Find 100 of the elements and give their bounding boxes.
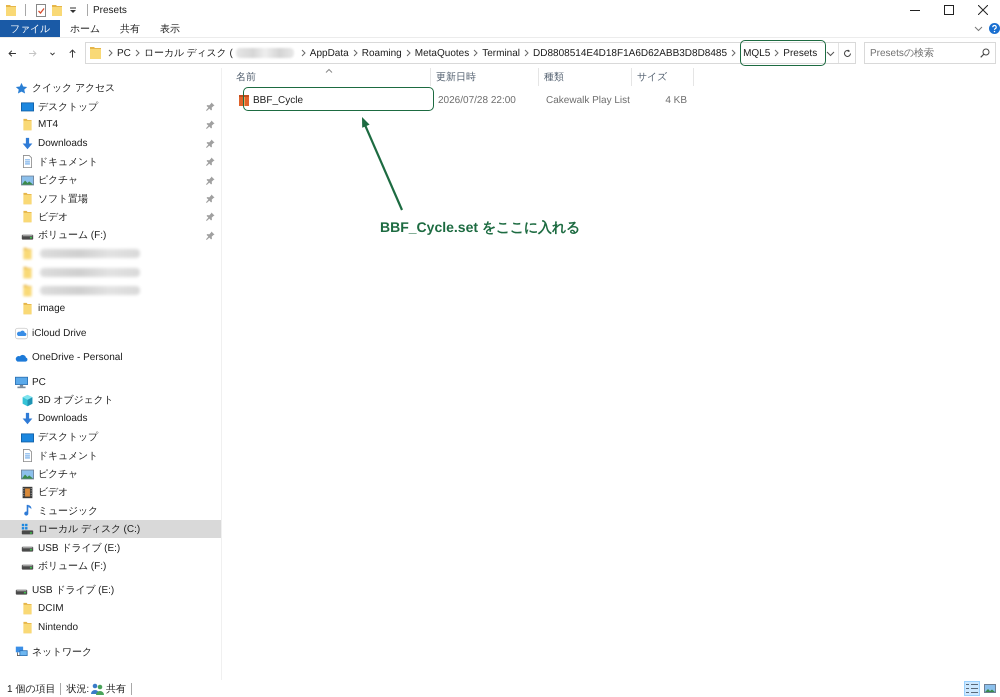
- sidebar-item[interactable]: ボリューム (F:): [0, 556, 221, 576]
- sidebar-item[interactable]: image: [0, 300, 221, 318]
- path-segment[interactable]: DD8808514E4D18F1A6D62ABB3D8D8485: [533, 48, 728, 58]
- sidebar-item[interactable]: 3D オブジェクト: [0, 391, 221, 410]
- column-header[interactable]: 名前: [231, 68, 431, 86]
- chevron-right-icon[interactable]: [352, 49, 358, 57]
- file-type: Cakewalk Play List: [546, 94, 630, 106]
- film-icon: [21, 486, 34, 499]
- close-icon: [978, 5, 988, 15]
- arrow-left-icon: [6, 48, 18, 58]
- sidebar-item[interactable]: デスクトップ: [0, 97, 221, 116]
- sidebar-item[interactable]: DCIM: [0, 600, 221, 618]
- document-icon: [21, 155, 34, 168]
- sidebar-item[interactable]: ドキュメント: [0, 152, 221, 171]
- large-icons-view-button[interactable]: [982, 681, 998, 696]
- help-icon[interactable]: [989, 23, 1000, 34]
- file-name: BBF_Cycle: [253, 94, 304, 106]
- maximize-icon: [944, 5, 954, 15]
- path-segment[interactable]: MetaQuotes: [414, 48, 470, 58]
- sidebar-item[interactable]: ドキュメント: [0, 446, 221, 465]
- column-header[interactable]: サイズ: [632, 68, 694, 86]
- details-view-button[interactable]: [964, 681, 980, 696]
- folder-icon: [90, 47, 101, 59]
- search-field[interactable]: Presetsの検索: [864, 42, 996, 64]
- document-icon: [21, 449, 34, 462]
- window-title: Presets: [93, 4, 127, 16]
- item-count: 1 個の項目: [7, 682, 56, 696]
- sidebar-item[interactable]: ソフト置場: [0, 189, 221, 208]
- list-icon: [966, 683, 978, 694]
- folder-icon: [21, 284, 34, 297]
- address-bar[interactable]: PC ローカル ディスク ( AppData Roaming MetaQuotes Terminal DD8808514E4D18F1A6D62ABB3D8D8485 MQL5 Presets: [85, 42, 856, 64]
- drive-icon: [21, 522, 34, 536]
- status-label: 状況:: [66, 682, 90, 696]
- column-header[interactable]: 種類: [539, 68, 632, 86]
- search-icon[interactable]: [980, 48, 990, 58]
- folder-icon: [21, 247, 34, 260]
- sidebar-item[interactable]: ビデオ: [0, 208, 221, 226]
- folder-icon: [21, 302, 34, 316]
- path-segment[interactable]: PC: [117, 48, 131, 58]
- chevron-down-icon[interactable]: [974, 24, 983, 33]
- file-icon: [239, 94, 249, 106]
- column-header[interactable]: 更新日時: [431, 68, 539, 86]
- ribbon-tab[interactable]: ホーム: [60, 20, 110, 37]
- status-value: 共有: [106, 682, 126, 696]
- folder-icon: [21, 210, 34, 224]
- path-segment[interactable]: MQL5: [743, 48, 770, 58]
- monitor-icon: [21, 430, 34, 444]
- chevron-right-icon[interactable]: [300, 49, 306, 57]
- sidebar-item[interactable]: ボリューム (F:): [0, 226, 221, 245]
- picture-icon: [21, 468, 34, 480]
- chevron-right-icon[interactable]: [134, 49, 140, 57]
- checklist-icon[interactable]: [34, 2, 47, 18]
- chevron-right-icon[interactable]: [406, 49, 411, 57]
- sidebar-item[interactable]: Nintendo: [0, 618, 221, 636]
- chevron-right-icon[interactable]: [473, 49, 478, 57]
- folder-icon: [21, 118, 34, 132]
- sidebar-item[interactable]: iCloud Drive: [0, 324, 221, 342]
- sidebar-item[interactable]: MT4: [0, 116, 221, 134]
- sidebar-item[interactable]: ビデオ: [0, 483, 221, 502]
- sidebar-item[interactable]: Downloads: [0, 134, 221, 153]
- sidebar-item[interactable]: ネットワーク: [0, 642, 221, 661]
- cube-icon: [21, 394, 34, 407]
- sidebar-item[interactable]: クイック アクセス: [0, 79, 221, 98]
- folder-icon: [21, 192, 34, 206]
- file-size: 4 KB: [665, 94, 687, 106]
- arrow-right-icon: [26, 48, 38, 58]
- sidebar-item[interactable]: ミュージック: [0, 502, 221, 520]
- ribbon-tab[interactable]: 表示: [150, 20, 190, 37]
- file-row[interactable]: BBF_Cycle 2026/07/28 22:00 Cakewalk Play List 4 KB: [231, 91, 1000, 109]
- computer-icon: [15, 376, 28, 389]
- sidebar-item[interactable]: USB ドライブ (E:): [0, 581, 221, 600]
- sidebar-item[interactable]: デスクトップ: [0, 428, 221, 446]
- folder-icon: [21, 266, 34, 279]
- chevron-right-icon[interactable]: [774, 49, 780, 57]
- ribbon-tab[interactable]: 共有: [110, 20, 150, 37]
- path-segment[interactable]: Terminal: [482, 48, 520, 58]
- sidebar-item[interactable]: ピクチャ: [0, 170, 221, 190]
- sidebar-item[interactable]: ピクチャ: [0, 464, 221, 484]
- chevron-right-icon[interactable]: [108, 49, 113, 57]
- callout-text: BBF_Cycle.set をここに入れる: [380, 219, 580, 237]
- path-segment[interactable]: ローカル ディスク (: [144, 46, 233, 60]
- sidebar-item[interactable]: OneDrive - Personal: [0, 348, 221, 367]
- path-segment[interactable]: AppData: [310, 48, 349, 58]
- chevron-right-icon[interactable]: [731, 49, 736, 57]
- ribbon-tab[interactable]: ファイル: [0, 20, 60, 37]
- arrow-up-icon: [66, 48, 78, 58]
- path-segment[interactable]: Roaming: [362, 48, 402, 58]
- sidebar-item[interactable]: USB ドライブ (E:): [0, 538, 221, 557]
- sidebar-item[interactable]: ローカル ディスク (C:): [0, 520, 221, 538]
- sidebar-item[interactable]: Downloads: [0, 410, 221, 428]
- chevron-right-icon[interactable]: [524, 49, 530, 57]
- network-icon: [15, 645, 28, 658]
- picture-icon: [984, 683, 996, 694]
- picture-icon: [21, 174, 34, 187]
- sidebar-item[interactable]: PC: [0, 372, 221, 392]
- refresh-icon: [842, 48, 852, 58]
- star-icon: [15, 82, 28, 95]
- monitor-icon: [21, 100, 34, 114]
- path-segment[interactable]: Presets: [783, 48, 818, 58]
- folder-icon: [21, 602, 34, 616]
